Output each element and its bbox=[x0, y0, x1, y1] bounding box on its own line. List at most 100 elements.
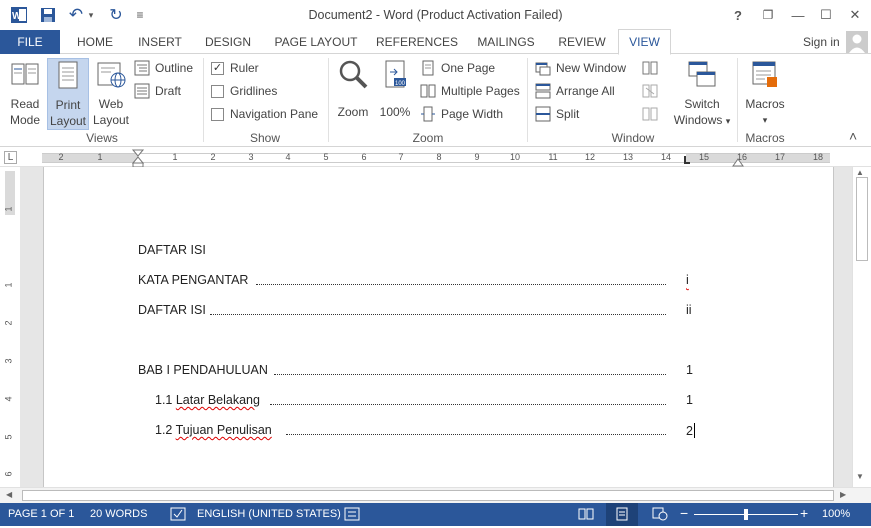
toc-entry-text[interactable]: 1.2 Tujuan Penulisan bbox=[155, 423, 272, 437]
arrange-all-icon bbox=[535, 83, 551, 99]
scroll-left-icon[interactable]: ◀ bbox=[6, 490, 12, 499]
tab-references[interactable]: REFERENCES bbox=[374, 30, 460, 54]
document-page[interactable]: DAFTAR ISI KATA PENGANTAR i DAFTAR ISI i… bbox=[43, 167, 834, 487]
one-page-button[interactable]: One Page bbox=[420, 58, 495, 78]
view-side-by-side-button[interactable] bbox=[642, 58, 663, 78]
macros-button[interactable]: Macros ▾ bbox=[741, 58, 789, 128]
horizontal-ruler[interactable]: L 2 1 1 2 3 4 5 6 7 8 9 10 11 12 13 14 15 16 17 18 bbox=[0, 148, 871, 168]
word-count[interactable]: 20 WORDS bbox=[90, 508, 147, 520]
ruler-label: Ruler bbox=[230, 61, 259, 75]
toc-entry-page[interactable]: 1 bbox=[686, 393, 693, 407]
ruler-tick-label: 5 bbox=[323, 152, 329, 162]
one-page-label: One Page bbox=[441, 61, 496, 75]
window-group-label: Window bbox=[611, 131, 655, 145]
document-area[interactable]: DAFTAR ISI KATA PENGANTAR i DAFTAR ISI i… bbox=[20, 167, 852, 487]
print-layout-label-2: Layout bbox=[49, 114, 87, 128]
tab-home[interactable]: HOME bbox=[70, 30, 120, 54]
draft-button[interactable]: Draft bbox=[134, 81, 181, 101]
avatar[interactable] bbox=[846, 31, 868, 53]
toc-heading[interactable]: DAFTAR ISI bbox=[138, 243, 206, 257]
toc-leader-dots bbox=[274, 363, 666, 375]
macros-label: Macros bbox=[745, 97, 785, 111]
zoom-100-label: 100% bbox=[379, 105, 411, 119]
reset-window-position-icon bbox=[642, 107, 658, 121]
collapse-ribbon-icon[interactable]: ˄ bbox=[849, 128, 857, 144]
one-page-icon bbox=[422, 60, 434, 76]
scroll-right-icon[interactable]: ▶ bbox=[840, 490, 846, 499]
zoom-button[interactable]: Zoom bbox=[334, 58, 372, 120]
horizontal-scrollbar[interactable]: ◀ ▶ bbox=[0, 487, 871, 503]
views-group-label: Views bbox=[86, 131, 118, 145]
zoom-slider-thumb[interactable] bbox=[744, 509, 748, 520]
minimize-button[interactable]: — bbox=[786, 4, 810, 26]
tab-design[interactable]: DESIGN bbox=[198, 30, 258, 54]
ruler-checkbox[interactable]: ✓ Ruler bbox=[211, 58, 259, 78]
left-tab-stop[interactable] bbox=[684, 156, 690, 164]
arrange-all-label: Arrange All bbox=[556, 84, 615, 98]
ruler-tick-label: 8 bbox=[436, 152, 442, 162]
synchronous-scrolling-button[interactable] bbox=[642, 81, 663, 101]
print-layout-view-icon[interactable] bbox=[606, 503, 638, 526]
page-width-button[interactable]: Page Width bbox=[420, 104, 503, 124]
toc-entry-text[interactable]: BAB I PENDAHULUAN bbox=[138, 363, 268, 377]
new-window-button[interactable]: New Window bbox=[535, 58, 626, 78]
read-mode-view-icon[interactable] bbox=[578, 507, 594, 524]
arrange-all-button[interactable]: Arrange All bbox=[535, 81, 615, 101]
toc-entry-page[interactable]: 1 bbox=[686, 363, 693, 377]
tab-mailings[interactable]: MAILINGS bbox=[468, 30, 544, 54]
toc-entry-page[interactable]: 2 bbox=[686, 423, 695, 438]
vertical-scrollbar[interactable]: ▲ ▼ bbox=[852, 167, 871, 487]
web-layout-view-icon[interactable] bbox=[652, 507, 668, 524]
read-mode-button[interactable]: Read Mode bbox=[4, 58, 46, 128]
tab-review[interactable]: REVIEW bbox=[552, 30, 612, 54]
macro-recording-icon[interactable] bbox=[344, 507, 360, 524]
zoom-100-button[interactable]: 100 100% bbox=[376, 58, 414, 120]
navigation-pane-check-icon bbox=[211, 107, 224, 121]
gridlines-checkbox[interactable]: Gridlines bbox=[211, 81, 277, 101]
split-button[interactable]: Split bbox=[535, 104, 579, 124]
vruler-tick-label: 5 bbox=[3, 434, 14, 440]
horizontal-scroll-thumb[interactable] bbox=[22, 490, 834, 501]
tab-selector-icon[interactable]: L bbox=[4, 151, 17, 164]
ribbon-display-options-icon[interactable]: ❐ bbox=[756, 4, 780, 26]
tab-file[interactable]: FILE bbox=[0, 30, 60, 54]
multiple-pages-button[interactable]: Multiple Pages bbox=[420, 81, 520, 101]
scroll-up-icon[interactable]: ▲ bbox=[856, 168, 864, 177]
toc-leader-dots bbox=[210, 303, 666, 315]
zoom-level[interactable]: 100% bbox=[822, 508, 850, 520]
web-layout-button[interactable]: Web Layout bbox=[90, 58, 132, 128]
toc-entry-text[interactable]: 1.1 Latar Belakang bbox=[155, 393, 260, 407]
zoom-100-icon: 100 bbox=[385, 60, 406, 88]
maximize-button[interactable]: ☐ bbox=[814, 4, 838, 26]
group-divider bbox=[737, 58, 738, 142]
toc-entry-page[interactable]: i bbox=[686, 273, 689, 287]
close-button[interactable]: ✕ bbox=[843, 4, 867, 26]
zoom-in-button[interactable]: + bbox=[800, 505, 808, 521]
reset-window-position-button[interactable] bbox=[642, 104, 663, 124]
print-layout-icon bbox=[58, 61, 78, 89]
sign-in-link[interactable]: Sign in bbox=[803, 35, 840, 49]
outline-button[interactable]: Outline bbox=[134, 58, 193, 78]
print-layout-label-1: Print bbox=[55, 98, 81, 112]
print-layout-button[interactable]: Print Layout bbox=[47, 58, 89, 130]
switch-windows-button[interactable]: Switch Windows ▾ bbox=[672, 58, 732, 129]
navigation-pane-checkbox[interactable]: Navigation Pane bbox=[211, 104, 318, 124]
zoom-out-button[interactable]: − bbox=[680, 505, 688, 521]
ruler-tick-label: 17 bbox=[774, 152, 786, 162]
tab-view[interactable]: VIEW bbox=[618, 29, 671, 55]
ruler-tick-label: 15 bbox=[698, 152, 710, 162]
help-button[interactable]: ? bbox=[726, 4, 750, 26]
toc-entry-text[interactable]: DAFTAR ISI bbox=[138, 303, 206, 317]
tab-insert[interactable]: INSERT bbox=[130, 30, 190, 54]
multiple-pages-label: Multiple Pages bbox=[441, 84, 520, 98]
navigation-pane-label: Navigation Pane bbox=[230, 107, 319, 121]
vertical-ruler[interactable]: 1 1 2 3 4 5 6 bbox=[0, 167, 20, 487]
vertical-scroll-thumb[interactable] bbox=[856, 177, 868, 261]
page-count[interactable]: PAGE 1 OF 1 bbox=[8, 508, 74, 520]
toc-entry-text[interactable]: KATA PENGANTAR bbox=[138, 273, 248, 287]
proofing-icon[interactable] bbox=[170, 507, 186, 524]
scroll-down-icon[interactable]: ▼ bbox=[856, 472, 864, 481]
language-indicator[interactable]: ENGLISH (UNITED STATES) bbox=[197, 508, 341, 520]
tab-page-layout[interactable]: PAGE LAYOUT bbox=[268, 30, 364, 54]
toc-entry-page[interactable]: ii bbox=[686, 303, 692, 317]
